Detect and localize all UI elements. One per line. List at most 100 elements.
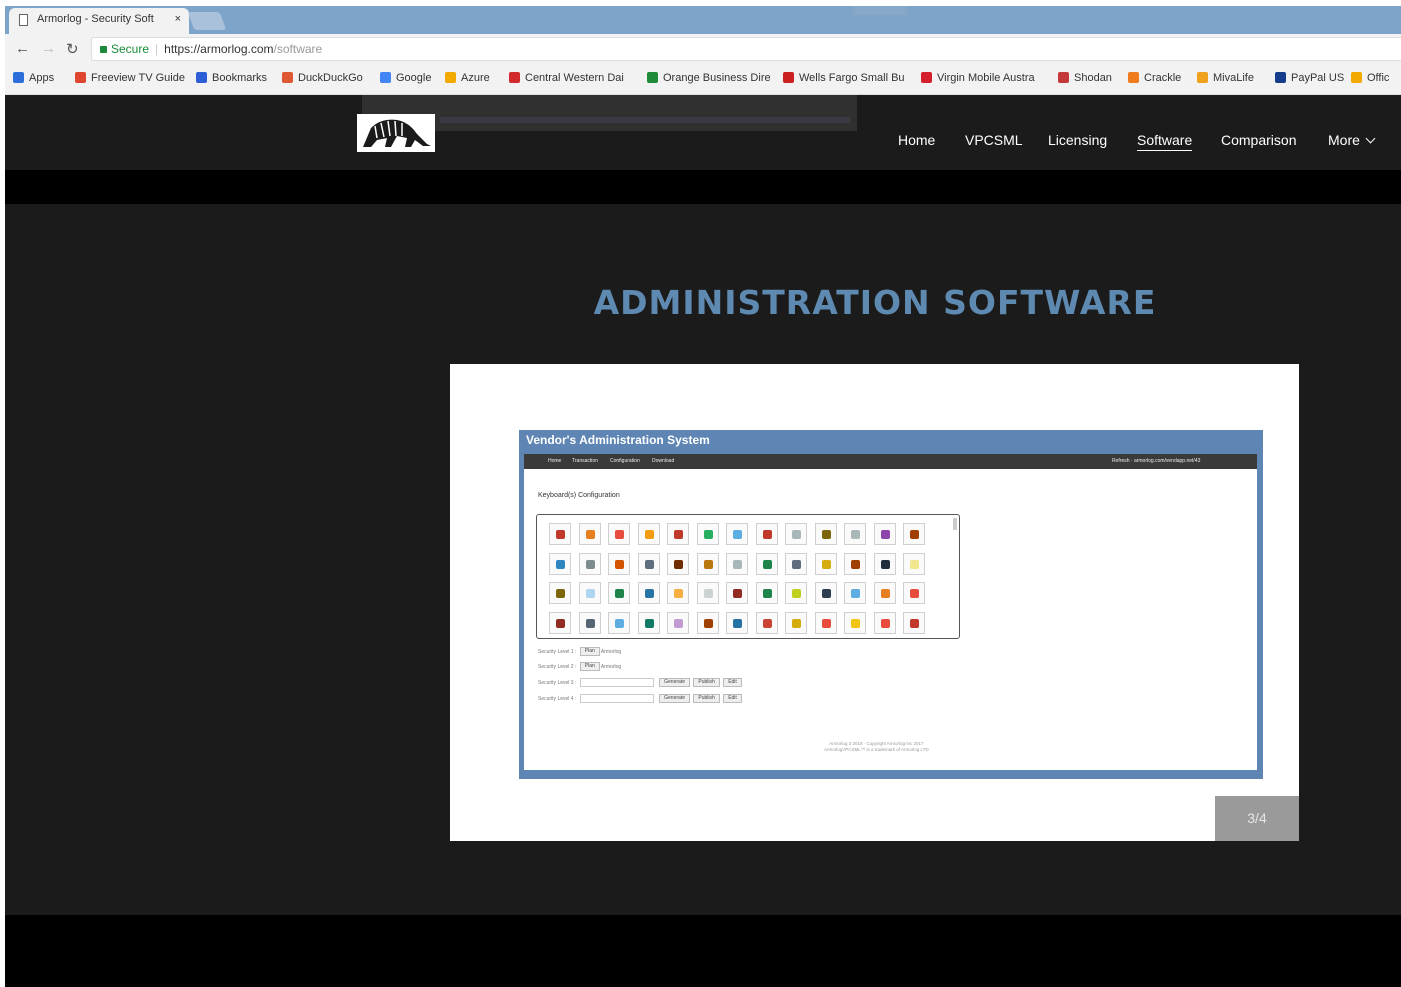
key-symbol-icon: [585, 559, 595, 569]
plan-button: Plan: [579, 662, 600, 671]
security-level-row: Security Level 3 : Generate Publish Edit: [538, 678, 742, 687]
keyboard-key-icon: [873, 523, 896, 545]
key-symbol-icon: [703, 618, 713, 628]
header-shadow: [362, 95, 857, 131]
keyboard-key-icon: [578, 552, 601, 575]
key-symbol-icon: [585, 530, 595, 539]
window-control[interactable]: [853, 6, 907, 15]
key-symbol-icon: [762, 559, 772, 569]
key-symbol-icon: [880, 618, 890, 628]
bookmark-item[interactable]: Offic: [1351, 72, 1389, 84]
keyboard-key-icon: [726, 582, 748, 604]
nav-comparison[interactable]: Comparison: [1221, 132, 1296, 148]
bookmark-item[interactable]: Azure: [445, 72, 490, 84]
bookmark-favicon-icon: [783, 72, 794, 83]
bookmark-item[interactable]: Crackle: [1128, 72, 1181, 84]
keyboard-key-icon: [726, 611, 748, 634]
nav-vpcsml[interactable]: VPCSML: [965, 132, 1023, 148]
new-tab-button[interactable]: [187, 12, 227, 30]
key-symbol-icon: [821, 559, 831, 569]
keyboard-key-icon: [549, 582, 571, 604]
key-symbol-icon: [674, 530, 683, 539]
slideshow[interactable]: Vendor's Administration System Home Tran…: [450, 364, 1299, 841]
bookmark-label: Orange Business Dire: [663, 72, 771, 84]
bookmark-item[interactable]: Apps: [13, 72, 54, 84]
keyboard-key-icon: [549, 523, 571, 545]
key-symbol-icon: [880, 530, 890, 539]
keyboard-key-icon: [696, 523, 719, 545]
close-icon[interactable]: ×: [175, 13, 181, 25]
security-level-input: [579, 678, 654, 687]
url-host: https://armorlog.com: [164, 42, 274, 56]
vendor-menu-item: Download: [652, 458, 675, 464]
bookmark-item[interactable]: Central Western Dai: [509, 72, 624, 84]
key-symbol-icon: [556, 589, 565, 598]
security-level-row: Security Level 2 : Plan Armorlog: [538, 662, 621, 671]
armadillo-logo[interactable]: [357, 114, 435, 152]
keyboard-key-icon: [578, 582, 601, 604]
bookmark-item[interactable]: Bookmarks: [196, 72, 267, 84]
keyboard-key-icon: [637, 552, 660, 575]
nav-licensing[interactable]: Licensing: [1048, 132, 1107, 148]
keyboard-key-icon: [814, 582, 837, 604]
bookmark-favicon-icon: [13, 72, 24, 83]
keyboard-key-icon: [755, 552, 778, 575]
security-level-row: Security Level 1 : Plan Armorlog: [538, 647, 621, 656]
keyboard-key-icon: [637, 523, 660, 545]
security-level-label: Security Level 4 :: [538, 695, 577, 702]
bookmark-item[interactable]: Wells Fargo Small Bu: [783, 72, 905, 84]
bookmark-favicon-icon: [1058, 72, 1069, 83]
bookmark-favicon-icon: [921, 72, 932, 83]
bookmark-item[interactable]: MivaLife: [1197, 72, 1254, 84]
keyboard-key-icon: [667, 611, 689, 634]
keyboard-key-icon: [873, 552, 896, 575]
bookmark-favicon-icon: [509, 72, 520, 83]
url-input[interactable]: Secure | https://armorlog.com/software: [91, 37, 1401, 61]
key-symbol-icon: [733, 530, 742, 539]
browser-tab[interactable]: Armorlog - Security Soft ×: [9, 8, 189, 34]
bookmark-favicon-icon: [282, 72, 293, 83]
bookmark-favicon-icon: [1128, 72, 1139, 83]
tab-title: Armorlog - Security Soft: [37, 13, 154, 25]
site-header: Home VPCSML Licensing Software Compariso…: [5, 95, 1401, 170]
keyboard-key-icon: [696, 552, 719, 575]
bookmark-item[interactable]: DuckDuckGo: [282, 72, 363, 84]
keyboard-key-icon: [873, 611, 896, 634]
keyboard-key-icon: [549, 552, 571, 575]
nav-software[interactable]: Software: [1137, 132, 1193, 151]
security-level-note: Armorlog: [600, 663, 622, 670]
keyboard-key-icon: [873, 582, 896, 604]
key-symbol-icon: [762, 589, 772, 598]
security-level-input: [579, 694, 654, 703]
vendor-footer-line: ArmorlogVPCSML™ is a trademark of Armorl…: [824, 747, 929, 752]
bookmark-item[interactable]: Freeview TV Guide: [75, 72, 185, 84]
keyboard-key-icon: [696, 582, 719, 604]
keyboard-key-icon: [755, 611, 778, 634]
bookmark-favicon-icon: [647, 72, 658, 83]
keyboard-key-icon: [844, 523, 866, 545]
key-symbol-icon: [851, 559, 860, 569]
keyboard-key-icon: [549, 611, 571, 634]
bookmark-item[interactable]: Virgin Mobile Austra: [921, 72, 1035, 84]
tab-strip: Armorlog - Security Soft ×: [5, 6, 1401, 34]
key-symbol-icon: [792, 589, 801, 598]
keyboard-key-icon: [844, 582, 866, 604]
key-symbol-icon: [792, 559, 801, 569]
back-arrow-icon[interactable]: ←: [15, 40, 30, 57]
keyboard-key-icon: [726, 552, 748, 575]
bookmark-label: Wells Fargo Small Bu: [799, 72, 905, 84]
bookmark-item[interactable]: Shodan: [1058, 72, 1112, 84]
bookmark-label: Crackle: [1144, 72, 1182, 84]
nav-more[interactable]: More: [1328, 132, 1376, 148]
bookmark-label: Central Western Dai: [525, 72, 624, 84]
bookmark-item[interactable]: Orange Business Dire: [647, 72, 771, 84]
nav-home[interactable]: Home: [898, 132, 935, 148]
forward-arrow-icon[interactable]: →: [41, 40, 56, 57]
bookmark-item[interactable]: PayPal US: [1275, 72, 1344, 84]
key-symbol-icon: [733, 618, 742, 628]
bookmark-item[interactable]: Google: [380, 72, 431, 84]
bookmarks-bar: Apps Freeview TV Guide Bookmarks DuckDuckGo…: [5, 64, 1401, 95]
key-symbol-icon: [674, 618, 683, 628]
bookmark-label: Google: [396, 72, 432, 84]
reload-icon[interactable]: ↻: [66, 40, 79, 58]
